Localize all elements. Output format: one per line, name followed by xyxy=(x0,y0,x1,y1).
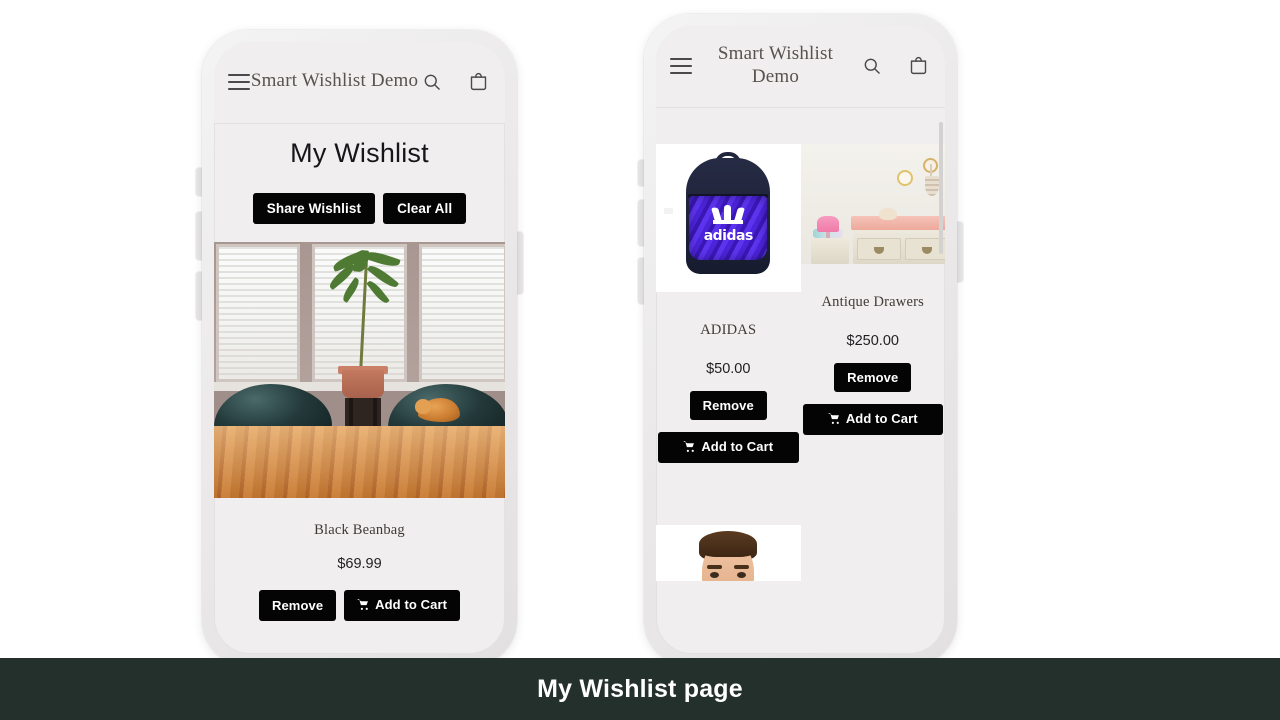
product-image-black-beanbag[interactable] xyxy=(214,242,505,498)
add-to-cart-label: Add to Cart xyxy=(375,597,448,612)
wishlist-item-antique-drawers: Antique Drawers $250.00 Remove Add to Ca… xyxy=(800,144,946,463)
add-to-cart-label: Add to Cart xyxy=(701,439,774,454)
product-name: ADIDAS xyxy=(700,322,757,338)
header-right-group xyxy=(859,53,931,79)
shopping-bag-icon[interactable] xyxy=(465,69,491,95)
shop-title: Smart Wishlist Demo xyxy=(250,70,419,92)
share-wishlist-button[interactable]: Share Wishlist xyxy=(252,193,376,224)
remove-row: Remove xyxy=(656,377,801,420)
phone-left-power-button[interactable] xyxy=(516,232,523,294)
shopping-bag-icon[interactable] xyxy=(905,53,931,79)
vertical-scrollbar[interactable] xyxy=(939,122,943,254)
hamburger-menu-icon[interactable] xyxy=(670,57,692,74)
shopping-cart-icon xyxy=(683,440,696,456)
product-price: $69.99 xyxy=(337,556,382,572)
product-image-adidas[interactable]: adidas xyxy=(656,144,801,292)
add-to-cart-button[interactable]: Add to Cart xyxy=(658,432,799,463)
wishlist-grid: adidas ADIDAS $50.00 Remove Add to Cart … xyxy=(656,144,945,581)
site-header-right: Smart Wishlist Demo xyxy=(656,26,945,108)
page-title: My Wishlist xyxy=(290,138,429,168)
remove-button[interactable]: Remove xyxy=(689,391,767,420)
product-price: $50.00 xyxy=(706,361,751,377)
product-action-row: Remove Add to Cart xyxy=(214,572,505,621)
caption-text: My Wishlist page xyxy=(537,674,743,703)
shopping-cart-icon xyxy=(357,598,370,614)
screenshot-stage: Smart Wishlist Demo My Wishlist Share Wi… xyxy=(0,0,1280,720)
add-to-cart-button[interactable]: Add to Cart xyxy=(802,404,943,435)
header-left-group xyxy=(228,73,250,90)
grid-top-spacer xyxy=(656,108,945,144)
phone-left-screen: Smart Wishlist Demo My Wishlist Share Wi… xyxy=(214,42,505,654)
header-right-group xyxy=(419,69,491,95)
site-header-left: Smart Wishlist Demo xyxy=(214,42,505,124)
search-icon[interactable] xyxy=(859,53,885,79)
caption-bar: My Wishlist page xyxy=(0,658,1280,720)
wishlist-actions: Share Wishlist Clear All xyxy=(214,169,505,242)
clear-all-button[interactable]: Clear All xyxy=(383,193,467,224)
remove-button[interactable]: Remove xyxy=(258,590,337,621)
wishlist-item-partial xyxy=(656,525,801,581)
product-name: Antique Drawers xyxy=(821,294,924,310)
add-to-cart-row: Add to Cart xyxy=(656,420,801,463)
add-to-cart-button[interactable]: Add to Cart xyxy=(344,590,461,621)
phone-right-power-button[interactable] xyxy=(956,222,963,282)
remove-button[interactable]: Remove xyxy=(834,363,912,392)
product-price: $250.00 xyxy=(846,333,899,349)
add-to-cart-row: Add to Cart xyxy=(801,392,946,435)
search-icon[interactable] xyxy=(419,69,445,95)
phone-mockup-left: Smart Wishlist Demo My Wishlist Share Wi… xyxy=(202,30,517,666)
phone-right-screen: Smart Wishlist Demo adidas ADIDAS $50.00… xyxy=(656,26,945,654)
header-left-group xyxy=(670,57,692,74)
product-image-partial[interactable] xyxy=(656,525,801,581)
wishlist-item-adidas: adidas ADIDAS $50.00 Remove Add to Cart xyxy=(656,144,801,463)
phone-mockup-right: Smart Wishlist Demo adidas ADIDAS $50.00… xyxy=(644,14,957,666)
hamburger-menu-icon[interactable] xyxy=(228,73,250,90)
product-image-antique-drawers[interactable] xyxy=(800,144,945,264)
shop-title: Smart Wishlist Demo xyxy=(717,43,834,87)
add-to-cart-label: Add to Cart xyxy=(845,411,918,426)
shopping-cart-icon xyxy=(827,412,841,428)
product-name: Black Beanbag xyxy=(314,522,405,538)
wishlist-item-black-beanbag: Black Beanbag $69.99 Remove Add to Cart xyxy=(214,242,505,621)
remove-row: Remove xyxy=(801,349,946,392)
wishlist-item-placeholder xyxy=(801,463,946,581)
